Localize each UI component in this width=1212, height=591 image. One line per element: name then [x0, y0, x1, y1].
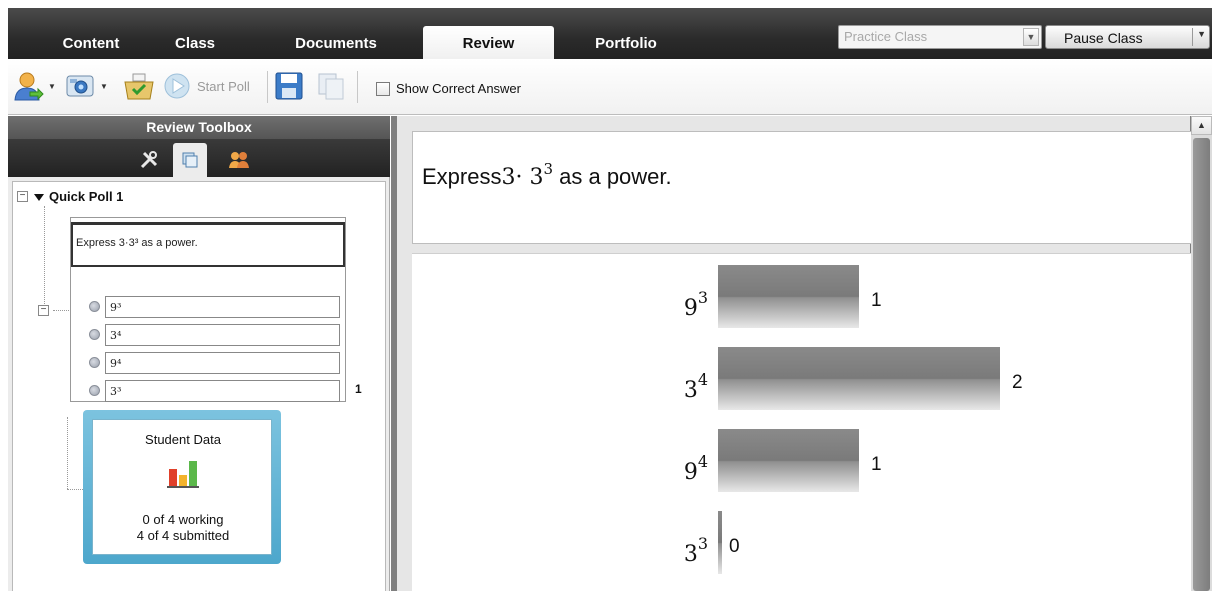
pages-icon	[182, 152, 198, 168]
document-view: Express 3· 3 3 as a power. 93 1 34 2 94 1 33 0	[391, 116, 1212, 591]
thumbnail-option: 9⁴	[87, 351, 342, 375]
students-icon	[229, 152, 249, 168]
chevron-down-icon[interactable]: ▼	[100, 82, 108, 91]
start-poll-label: Start Poll	[197, 78, 250, 94]
results-area: 93 1 34 2 94 1 33 0	[412, 253, 1192, 591]
poll-thumbnail[interactable]: Express 3·3³ as a power. 9³ 3⁴ 9⁴ 3³	[70, 217, 346, 402]
toolbox-tab-tools[interactable]	[132, 143, 166, 177]
collect-icon	[124, 73, 154, 100]
question-suffix: as a power.	[553, 164, 672, 189]
chevron-down-icon[interactable]: ▼	[48, 82, 56, 91]
thumbnail-option-text: 9³	[110, 301, 122, 314]
category-label: 34	[684, 370, 708, 403]
radio-icon	[89, 357, 100, 368]
tab-content[interactable]: Content	[46, 28, 136, 59]
thumbnail-question-text: Express 3·3³ as a power.	[76, 237, 198, 249]
toolbox-tab-bar	[8, 139, 390, 177]
category-label: 94	[684, 452, 708, 485]
tab-portfolio[interactable]: Portfolio	[576, 28, 676, 59]
toolbox-tab-pages[interactable]	[173, 143, 207, 177]
tree-connector	[44, 206, 45, 310]
toolbar: ▼ ▼ Start Poll Show Correct Answer	[8, 59, 1212, 115]
thumbnail-option: 9³	[87, 295, 342, 319]
show-correct-answer-label: Show Correct Answer	[396, 81, 521, 96]
collapse-toggle[interactable]: −	[17, 191, 28, 202]
save-icon	[275, 72, 303, 100]
bar	[718, 511, 722, 574]
toolbar-divider	[267, 71, 268, 103]
pause-class-button[interactable]: Pause Class ▼	[1045, 25, 1210, 49]
start-poll-icon	[164, 73, 190, 99]
bar	[718, 347, 1000, 410]
tab-review[interactable]: Review	[423, 26, 554, 59]
pause-split-divider	[1192, 28, 1193, 46]
thumbnail-count: 1	[355, 382, 362, 396]
send-to-class-button[interactable]	[316, 71, 346, 101]
tree-connector	[53, 310, 69, 311]
tab-class[interactable]: Class	[160, 28, 230, 59]
students-icon	[14, 72, 44, 101]
bar-chart-icon	[167, 461, 199, 488]
review-tree: − Quick Poll 1 − Express 3·3³ as a power…	[12, 181, 386, 591]
top-tab-bar: Content Class Documents Review Portfolio…	[8, 8, 1212, 59]
thumbnail-question: Express 3·3³ as a power.	[71, 222, 345, 267]
bar	[718, 265, 859, 328]
thumbnail-option-text: 3⁴	[110, 329, 122, 342]
tree-connector	[67, 417, 68, 489]
send-icon	[318, 73, 344, 100]
value-label: 1	[871, 454, 882, 475]
tab-documents[interactable]: Documents	[276, 28, 396, 59]
save-button[interactable]	[274, 71, 304, 101]
toolbar-divider	[357, 71, 358, 103]
radio-icon	[89, 329, 100, 340]
toolbox-tab-students[interactable]	[222, 143, 256, 177]
screen-capture-icon	[66, 75, 94, 97]
class-select[interactable]: Practice Class ▼	[838, 25, 1042, 49]
thumbnail-option-text: 9⁴	[110, 357, 122, 370]
collect-button[interactable]	[122, 70, 156, 102]
poll-page: Express 3· 3 3 as a power. 93 1 34 2 94 1 33 0	[397, 116, 1192, 591]
question-math-exponent: 3	[543, 160, 554, 178]
question-text: Express 3· 3 3 as a power.	[422, 160, 672, 190]
submitted-count: 4 of 4 submitted	[136, 528, 230, 543]
show-correct-answer-checkbox[interactable]	[376, 81, 390, 96]
value-label: 2	[1012, 372, 1023, 393]
question-math-base: 3· 3	[501, 165, 544, 190]
tools-icon	[140, 151, 158, 169]
screen-capture-menu-button[interactable]: ▼	[64, 70, 108, 102]
question-box: Express 3· 3 3 as a power.	[412, 131, 1192, 244]
review-toolbox-panel: Review Toolbox − Quick Poll 1 − Express …	[8, 116, 390, 591]
scrollbar-thumb[interactable]	[1193, 138, 1210, 591]
collapse-toggle[interactable]: −	[38, 305, 49, 316]
question-prefix: Express	[422, 164, 502, 189]
bar	[718, 429, 859, 492]
student-data-title: Student Data	[145, 432, 221, 447]
value-label: 0	[729, 536, 740, 557]
vertical-scrollbar[interactable]: ▲	[1191, 116, 1212, 591]
review-toolbox-title: Review Toolbox	[8, 116, 390, 139]
radio-icon	[89, 385, 100, 396]
scroll-up-arrow[interactable]: ▲	[1191, 116, 1212, 135]
value-label: 1	[871, 290, 882, 311]
results-bar-chart: 93 1 34 2 94 1 33 0	[684, 265, 1023, 574]
students-menu-button[interactable]: ▼	[12, 70, 56, 102]
student-data-card[interactable]: Student Data 0 of 4 working 4 of 4 submi…	[83, 410, 281, 564]
thumbnail-option: 3³	[87, 379, 342, 403]
thumbnail-option: 3⁴	[87, 323, 342, 347]
show-correct-answer-toggle[interactable]: Show Correct Answer	[376, 81, 521, 96]
chevron-down-icon[interactable]: ▼	[1023, 28, 1039, 46]
triangle-down-icon	[34, 194, 44, 201]
start-poll-button[interactable]: Start Poll	[162, 70, 250, 102]
thumbnail-option-text: 3³	[110, 385, 122, 398]
working-count: 0 of 4 working	[142, 512, 224, 527]
pause-class-label: Pause Class	[1064, 30, 1143, 46]
chevron-down-icon[interactable]: ▼	[1197, 29, 1206, 39]
category-label: 33	[684, 534, 708, 567]
radio-icon	[89, 301, 100, 312]
category-label: 93	[684, 288, 708, 321]
class-select-value: Practice Class	[844, 29, 928, 44]
tree-connector	[67, 489, 83, 490]
poll-name[interactable]: Quick Poll 1	[49, 189, 123, 204]
